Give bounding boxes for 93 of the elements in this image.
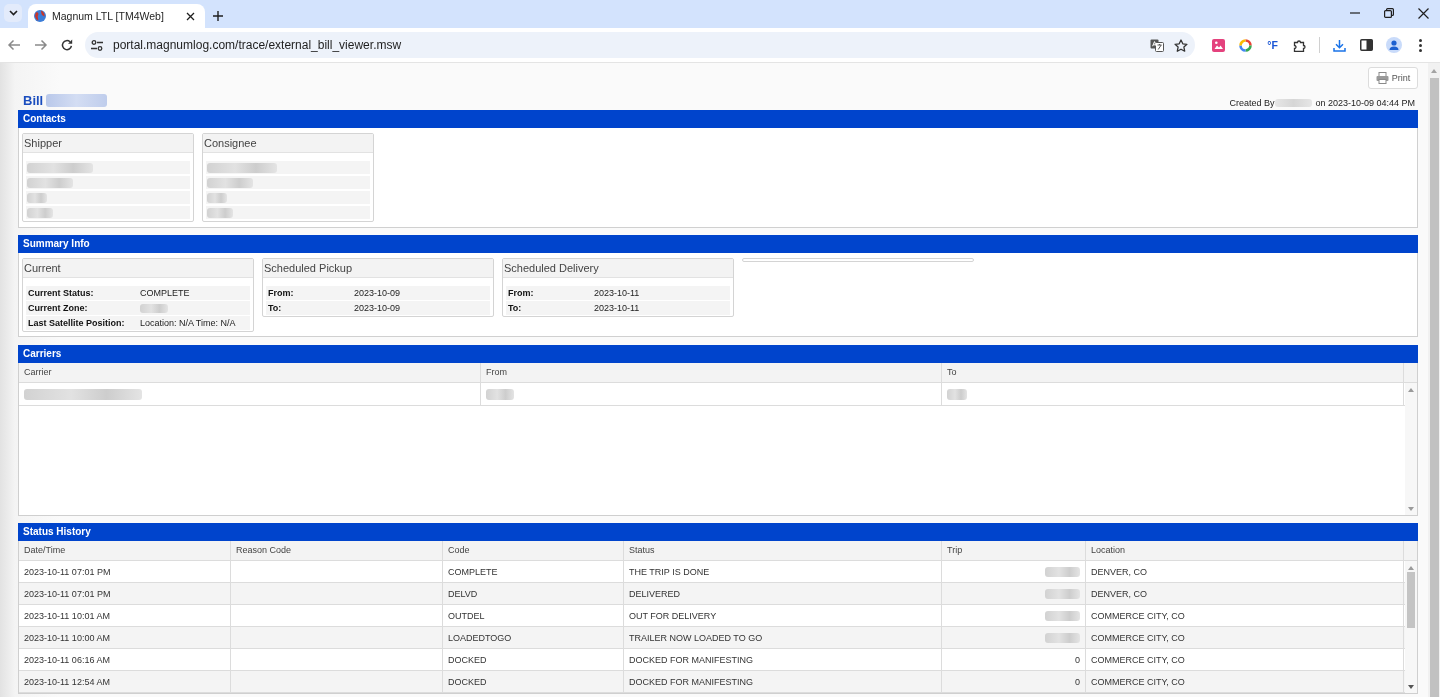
table-cell: DOCKED FOR MANIFESTING (624, 649, 942, 670)
side-panel-icon[interactable] (1360, 39, 1373, 51)
puzzle-icon[interactable] (1293, 38, 1306, 52)
field-value: 2023-10-09 (354, 303, 402, 313)
column-header[interactable]: To (942, 363, 1404, 382)
field-value: 2023-10-11 (594, 303, 641, 313)
card-header: Shipper (23, 134, 193, 153)
column-header[interactable]: Status (624, 541, 942, 560)
field-label: Last Satellite Position: (27, 318, 126, 328)
table-cell: 0 (942, 649, 1086, 670)
table-cell: OUTDEL (443, 605, 624, 626)
plus-icon[interactable] (213, 11, 223, 21)
card-header: Scheduled Delivery (503, 259, 733, 278)
restore-icon[interactable] (1384, 8, 1394, 18)
table-cell: 0 (942, 671, 1086, 692)
temperature-extension-button[interactable]: °F (1267, 39, 1278, 51)
table-cell: DELIVERED (624, 583, 942, 604)
field-value: COMPLETE (140, 288, 191, 298)
column-header[interactable]: Reason Code (231, 541, 443, 560)
table-cell: TRAILER NOW LOADED TO GO (624, 627, 942, 648)
globe-icon (34, 10, 46, 22)
bill-title: Bill (23, 93, 44, 108)
scroll-down-icon[interactable] (1408, 685, 1414, 689)
picture-tile-icon[interactable] (1212, 38, 1225, 52)
tab-list-button[interactable] (4, 4, 22, 22)
column-header[interactable]: Date/Time (19, 541, 231, 560)
table-cell: OUT FOR DELIVERY (624, 605, 942, 626)
field-value: 2023-10-09 (354, 288, 402, 298)
scrollbar-thumb[interactable] (1407, 572, 1415, 628)
table-cell: DENVER, CO (1086, 561, 1404, 582)
printer-icon (1375, 72, 1389, 84)
table-scrollbar[interactable] (1405, 383, 1417, 515)
section-header: Carriers (18, 345, 1418, 363)
table-cell: COMMERCE CITY, CO (1086, 627, 1404, 648)
column-header[interactable]: From (481, 363, 942, 382)
column-header[interactable]: Trip (942, 541, 1086, 560)
table-cell: COMMERCE CITY, CO (1086, 649, 1404, 670)
section-header: Contacts (18, 110, 1418, 128)
table-cell: DOCKED FOR MANIFESTING (624, 671, 942, 692)
table-cell: 2023-10-11 07:01 PM (19, 583, 231, 604)
field-label: To: (507, 303, 523, 313)
card-header: Scheduled Pickup (263, 259, 493, 278)
table-cell: COMMERCE CITY, CO (1086, 605, 1404, 626)
menu-icon[interactable] (1419, 38, 1422, 52)
table-cell: DELVD (443, 583, 624, 604)
field-label: Current Status: (27, 288, 95, 298)
field-label: From: (267, 288, 295, 298)
scroll-up-icon[interactable] (1408, 566, 1414, 570)
table-scrollbar[interactable] (1405, 561, 1417, 693)
address-bar[interactable]: portal.magnumlog.com/trace/external_bill_viewer.msw (85, 32, 1195, 58)
close-icon[interactable] (186, 11, 195, 21)
table-cell: DOCKED (443, 671, 624, 692)
close-icon[interactable] (1417, 7, 1429, 19)
table-cell: COMPLETE (443, 561, 624, 582)
reload-icon[interactable] (61, 39, 73, 51)
table-cell: 2023-10-11 06:16 AM (19, 649, 231, 670)
created-date: on 2023-10-09 04:44 PM (1315, 98, 1415, 108)
table-cell: DENVER, CO (1086, 583, 1404, 604)
color-ring-icon[interactable] (1239, 38, 1252, 52)
field-label: From: (507, 288, 535, 298)
column-header[interactable]: Carrier (19, 363, 481, 382)
section-header: Summary Info (18, 235, 1418, 253)
chevron-down-icon (8, 10, 18, 16)
column-header[interactable]: Location (1086, 541, 1404, 560)
column-header[interactable]: Code (443, 541, 624, 560)
table-cell: THE TRIP IS DONE (624, 561, 942, 582)
table-cell: 2023-10-11 10:01 AM (19, 605, 231, 626)
tune-icon[interactable] (91, 39, 103, 51)
field-value: Location: N/A Time: N/A (140, 318, 237, 328)
print-button[interactable]: Print (1368, 67, 1418, 89)
scroll-up-icon[interactable] (1408, 388, 1414, 392)
scrollbar-thumb[interactable] (1429, 78, 1439, 697)
table-cell: LOADEDTOGO (443, 627, 624, 648)
field-value: 2023-10-11 (594, 288, 641, 298)
created-by-label: Created By (1229, 98, 1275, 108)
field-label: Current Zone: (27, 303, 89, 313)
field-label: To: (267, 303, 283, 313)
browser-tab[interactable]: Magnum LTL [TM4Web] (28, 4, 205, 28)
translate-icon[interactable] (1150, 38, 1164, 52)
table-cell: 2023-10-11 07:01 PM (19, 561, 231, 582)
card-header: Current (23, 259, 253, 278)
profile-avatar-icon[interactable] (1385, 37, 1402, 53)
section-header: Status History (18, 523, 1418, 541)
card-header: Consignee (203, 134, 373, 153)
back-icon[interactable] (7, 39, 21, 51)
table-cell: DOCKED (443, 649, 624, 670)
table-cell: 2023-10-11 12:54 AM (19, 671, 231, 692)
table-cell: 2023-10-11 10:00 AM (19, 627, 231, 648)
star-icon[interactable] (1174, 38, 1188, 52)
page-scrollbar[interactable] (1428, 63, 1440, 697)
forward-icon[interactable] (34, 39, 48, 51)
download-icon[interactable] (1333, 38, 1346, 52)
table-cell: COMMERCE CITY, CO (1086, 671, 1404, 692)
